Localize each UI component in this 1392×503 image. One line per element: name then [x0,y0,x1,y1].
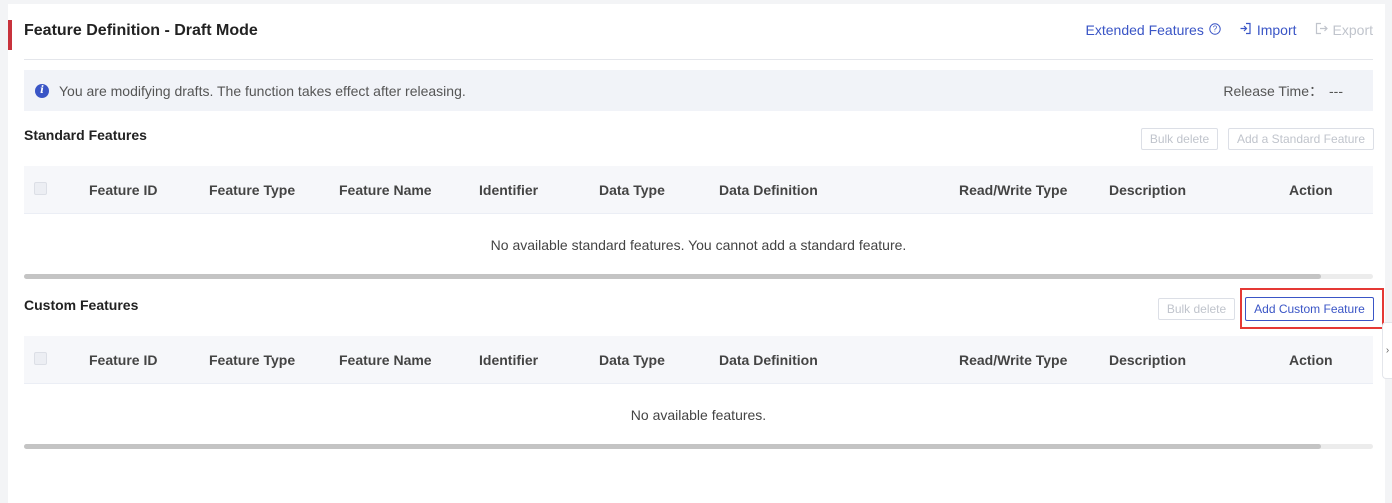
col-identifier: Identifier [479,352,539,368]
release-time: Release Time： --- [1223,81,1343,101]
custom-features-table-header: Feature ID Feature Type Feature Name Ide… [24,336,1373,384]
col-feature-type: Feature Type [209,352,296,368]
col-read-write-type: Read/Write Type [959,352,1068,368]
header-actions: Extended Features ? Import Export [1086,22,1373,38]
col-feature-name: Feature Name [339,182,432,198]
import-icon [1239,22,1252,38]
extended-features-label: Extended Features [1085,22,1204,38]
col-action: Action [1289,182,1333,198]
export-button[interactable]: Export [1315,22,1373,38]
col-data-definition: Data Definition [719,352,818,368]
col-description: Description [1109,182,1187,198]
custom-features-title: Custom Features [24,297,139,313]
draft-info-banner: i You are modifying drafts. The function… [24,70,1373,111]
standard-empty-text: No available standard features. You cann… [490,237,907,253]
chevron-right-icon: › [1385,345,1390,356]
col-description: Description [1109,352,1187,368]
draft-info-message: You are modifying drafts. The function t… [59,82,466,99]
export-label: Export [1332,22,1373,38]
page-title: Feature Definition - Draft Mode [24,22,258,39]
col-data-definition: Data Definition [719,182,818,198]
col-feature-name: Feature Name [339,352,432,368]
side-panel-toggle[interactable]: › [1382,322,1392,379]
standard-features-title: Standard Features [24,127,147,143]
import-button[interactable]: Import [1239,22,1297,38]
extended-features-link[interactable]: Extended Features ? [1086,22,1221,38]
highlight-box [1240,288,1384,329]
standard-features-table-header: Feature ID Feature Type Feature Name Ide… [24,166,1373,214]
title-accent-bar [8,20,12,50]
release-time-value: --- [1329,82,1343,99]
col-identifier: Identifier [479,182,539,198]
feature-definition-panel: Feature Definition - Draft Mode Extended… [8,4,1385,503]
col-feature-id: Feature ID [89,352,158,368]
col-data-type: Data Type [599,352,665,368]
col-feature-id: Feature ID [89,182,158,198]
standard-table-scrollbar[interactable] [24,274,1373,279]
export-icon [1315,22,1328,38]
select-all-checkbox[interactable] [34,182,47,195]
custom-scroll-thumb[interactable] [24,444,1321,449]
release-time-label: Release Time： [1223,82,1323,99]
standard-scroll-thumb[interactable] [24,274,1321,279]
col-data-type: Data Type [599,182,665,198]
col-read-write-type: Read/Write Type [959,182,1068,198]
custom-table-scrollbar[interactable] [24,444,1373,449]
add-standard-feature-button[interactable]: Add a Standard Feature [1228,128,1374,150]
header-divider [24,59,1373,60]
info-icon: i [35,83,49,98]
col-feature-type: Feature Type [209,182,296,198]
select-all-checkbox[interactable] [34,352,47,365]
standard-bulk-delete-button[interactable]: Bulk delete [1141,128,1218,150]
svg-text:?: ? [1213,25,1218,34]
custom-bulk-delete-button[interactable]: Bulk delete [1158,298,1235,320]
col-action: Action [1289,352,1333,368]
custom-empty-text: No available features. [630,407,767,423]
import-label: Import [1256,22,1297,38]
question-circle-icon: ? [1209,22,1221,38]
